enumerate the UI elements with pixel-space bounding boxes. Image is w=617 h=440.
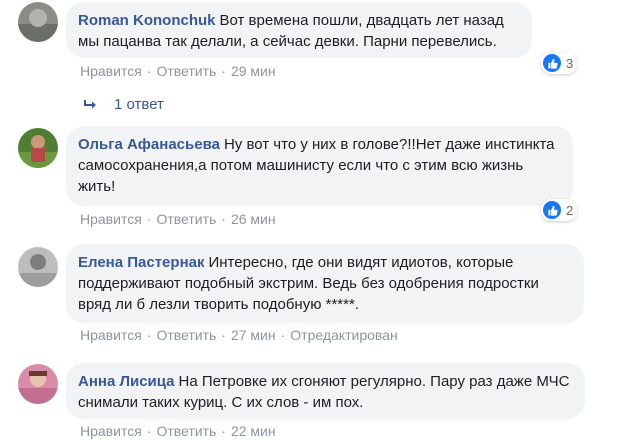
comment-author[interactable]: Анна Лисица xyxy=(78,373,175,390)
avatar[interactable] xyxy=(18,247,58,287)
separator: · xyxy=(146,63,152,79)
separator: · xyxy=(146,327,152,343)
separator: · xyxy=(146,423,152,439)
like-link[interactable]: Нравится xyxy=(80,211,142,227)
view-replies-link[interactable]: 1 ответ xyxy=(84,96,164,113)
separator: · xyxy=(146,211,152,227)
comment-time[interactable]: 22 мин xyxy=(231,423,276,439)
like-link[interactable]: Нравится xyxy=(80,63,142,79)
comment-author[interactable]: Ольга Афанасьева xyxy=(78,136,220,153)
comment-actions: Нравится · Ответить · 22 мин xyxy=(80,422,276,440)
separator: · xyxy=(221,211,226,227)
reply-link[interactable]: Ответить xyxy=(156,63,216,79)
separator: · xyxy=(221,63,226,79)
reaction-count: 2 xyxy=(566,202,574,218)
avatar[interactable] xyxy=(18,364,58,404)
comment-bubble: Елена Пастернак Интересно, где они видят … xyxy=(66,244,584,323)
comment-actions: Нравится · Ответить · 29 мин xyxy=(80,62,276,80)
reply-arrow-icon xyxy=(84,99,96,108)
reaction-summary[interactable]: 3 xyxy=(541,52,578,74)
reply-link[interactable]: Ответить xyxy=(156,423,216,439)
reaction-summary[interactable]: 2 xyxy=(541,199,578,221)
comment-time[interactable]: 26 мин xyxy=(231,211,276,227)
comment-bubble: Roman Kononchuk Вот времена пошли, двадца… xyxy=(66,2,532,58)
comment-author[interactable]: Елена Пастернак xyxy=(78,254,204,271)
replies-count[interactable]: 1 ответ xyxy=(114,96,164,113)
comment-author[interactable]: Roman Kononchuk xyxy=(78,12,216,29)
reaction-count: 3 xyxy=(566,55,574,71)
comment-bubble: Анна Лисица На Петровке их сгоняют регуля… xyxy=(66,363,585,419)
comment-actions: Нравится · Ответить · 26 мин xyxy=(80,210,276,228)
comment-actions: Нравится · Ответить · 27 мин · Отредактирован xyxy=(80,326,398,344)
thumbs-up-icon xyxy=(543,201,561,219)
separator: · xyxy=(221,327,226,343)
reply-link[interactable]: Ответить xyxy=(156,211,216,227)
separator: · xyxy=(280,327,286,343)
like-link[interactable]: Нравится xyxy=(80,423,142,439)
avatar[interactable] xyxy=(18,128,58,168)
thumbs-up-icon xyxy=(543,54,561,72)
reply-link[interactable]: Ответить xyxy=(156,327,216,343)
comment-time[interactable]: 29 мин xyxy=(231,63,276,79)
edited-label[interactable]: Отредактирован xyxy=(290,327,397,343)
separator: · xyxy=(221,423,226,439)
comment-time[interactable]: 27 мин xyxy=(231,327,276,343)
like-link[interactable]: Нравится xyxy=(80,327,142,343)
avatar[interactable] xyxy=(18,2,58,42)
comment-bubble: Ольга Афанасьева Ну вот что у них в голов… xyxy=(66,126,573,206)
